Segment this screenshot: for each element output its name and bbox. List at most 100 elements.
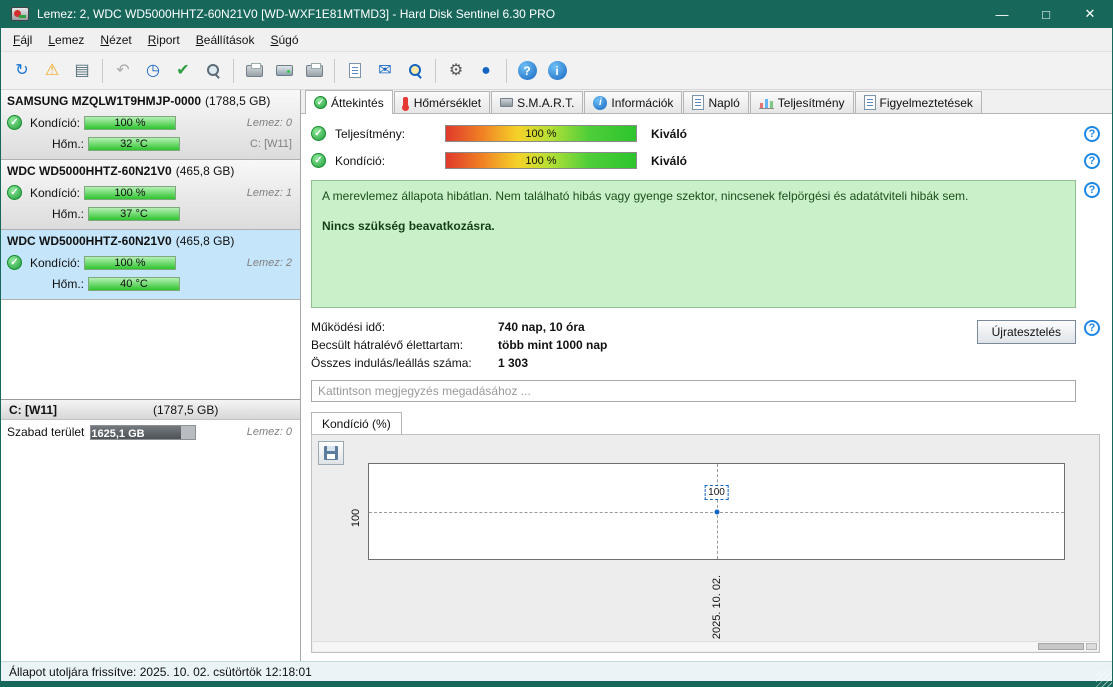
tab-label: Információk [611,95,674,110]
tab-label: Hőmérséklet [413,95,482,110]
minimize-button[interactable]: — [980,0,1024,28]
window-title: Lemez: 2, WDC WD5000HHTZ-60N21V0 [WD-WXF… [37,7,556,21]
disk-surface-icon[interactable]: ▤ [67,56,97,86]
refresh-warning-icon[interactable]: ⚠ [37,56,67,86]
health-status-box: A merevlemez állapota hibátlan. Nem talá… [311,180,1076,308]
temp-label: Hőm.: [51,136,84,151]
sidebar-gap [1,300,300,399]
menu-view[interactable]: Nézet [92,30,139,50]
menu-settings[interactable]: Beállítások [188,30,263,50]
tab-alerts[interactable]: Figyelmeztetések [854,91,982,113]
titlebar: Lemez: 2, WDC WD5000HHTZ-60N21V0 [WD-WXF… [1,0,1112,28]
menu-help[interactable]: Súgó [262,30,306,50]
disk-index: Lemez: 1 [246,186,292,199]
tab-label: S.M.A.R.T. [517,95,575,110]
tab-label: Napló [708,95,740,110]
disk-print-icon[interactable] [299,56,329,86]
start-stop-label: Összes indulás/leállás száma: [311,356,472,370]
tab-label: Áttekintés [331,95,384,110]
chart-y-tick: 100 [350,508,363,527]
disk-name: WDC WD5000HHTZ-60N21V0 [7,234,172,248]
tab-performance[interactable]: Teljesítmény [749,91,854,113]
toolbar-separator [233,58,234,83]
tab-log[interactable]: Napló [683,91,749,113]
retest-button[interactable]: Újratesztelés [976,320,1076,344]
disk-tools-icon[interactable] [269,56,299,86]
thermometer-icon [401,97,409,111]
disk-index: Lemez: 0 [246,116,292,129]
info-icon[interactable]: i [542,56,572,86]
disk-entry-2-selected[interactable]: WDC WD5000HHTZ-60N21V0 (465,8 GB) ✓ Kond… [1,230,300,300]
refresh-icon[interactable]: ↻ [7,56,37,86]
menu-disk[interactable]: Lemez [40,30,92,50]
report-icon[interactable] [340,56,370,86]
settings-gear-icon[interactable]: ⚙ [441,56,471,86]
drive-letter: C: [W11] [250,137,292,150]
disk-seek-icon[interactable] [198,56,228,86]
disk-icon [500,98,514,107]
globe-icon[interactable]: ● [471,56,501,86]
temp-label: Hőm.: [51,206,84,221]
tab-information[interactable]: i Információk [584,91,683,113]
chart-scrollbar-thumb[interactable] [1038,643,1084,650]
resize-grip[interactable] [1096,671,1112,687]
toolbar-separator [435,58,436,83]
window-bottom-edge [1,681,1112,687]
condition-bar: 100 % [84,185,176,200]
partition-disk-index: Lemez: 0 [246,426,292,438]
power-on-time-value: 740 nap, 10 óra [498,320,585,334]
lifetime-label: Becsült hátralévő élettartam: [311,338,464,352]
help-icon[interactable]: ? [1084,182,1100,198]
app-window: Lemez: 2, WDC WD5000HHTZ-60N21V0 [WD-WXF… [0,0,1113,687]
toolbar-separator [102,58,103,83]
undo-icon[interactable]: ↶ [108,56,138,86]
help-icon[interactable]: ? [1084,152,1100,169]
help-icon[interactable]: ? [1084,125,1100,142]
performance-label: Teljesítmény: [335,126,406,141]
tab-temperature[interactable]: Hőmérséklet [393,91,491,113]
maximize-button[interactable]: □ [1024,0,1068,28]
floppy-save-icon [324,446,338,460]
ok-icon: ✓ [311,126,326,141]
close-button[interactable]: ✕ [1068,0,1112,28]
help-icon[interactable]: ? [1084,320,1100,336]
temp-label: Hőm.: [51,276,84,291]
disk-entry-1[interactable]: WDC WD5000HHTZ-60N21V0 (465,8 GB) ✓ Kond… [1,160,300,230]
tab-overview[interactable]: ✓ Áttekintés [305,90,393,114]
printer-icon[interactable] [239,56,269,86]
partition-name: C: [W11] [9,402,57,417]
chart-icon [758,96,774,109]
chart-scrollbar[interactable] [313,641,1098,651]
info-icon: i [593,95,608,110]
find-disk-icon[interactable] [400,56,430,86]
partition-header[interactable]: C: [W11] (1787,5 GB) [1,399,300,420]
disk-ok-icon[interactable]: ✔ [168,56,198,86]
chart-tab-condition[interactable]: Kondíció (%) [311,412,402,434]
save-chart-button[interactable] [318,441,344,465]
chart-scrollbar-arrow[interactable] [1086,643,1097,650]
menu-file[interactable]: Fájl [5,30,40,50]
main-panel: ✓ Áttekintés Hőmérséklet S.M.A.R.T. i In… [301,90,1112,661]
lifetime-value: több mint 1000 nap [498,338,608,352]
toolbar-separator [334,58,335,83]
ok-icon: ✓ [7,255,22,270]
disk-quick-test-icon[interactable]: ◷ [138,56,168,86]
email-icon[interactable]: ✉ [370,56,400,86]
tab-smart[interactable]: S.M.A.R.T. [491,91,584,113]
menu-report[interactable]: Riport [140,30,188,50]
comment-input[interactable] [311,380,1076,402]
check-icon: ✓ [314,96,327,109]
disk-name: WDC WD5000HHTZ-60N21V0 [7,164,172,178]
disk-entry-0[interactable]: SAMSUNG MZQLW1T9HMJP-0000 (1788,5 GB) ✓ … [1,90,300,160]
temp-bar: 37 °C [88,206,180,221]
chart-data-point [714,509,719,514]
help-icon[interactable]: ? [512,56,542,86]
condition-label: Kondíció: [29,255,80,270]
condition-bar: 100 % [84,115,176,130]
condition-label: Kondíció: [29,185,80,200]
ok-icon: ✓ [7,115,22,130]
condition-label: Kondíció: [335,153,386,168]
power-on-time-label: Működési idő: [311,320,386,334]
condition-bar: 100 % [84,255,176,270]
condition-label: Kondíció: [29,115,80,130]
